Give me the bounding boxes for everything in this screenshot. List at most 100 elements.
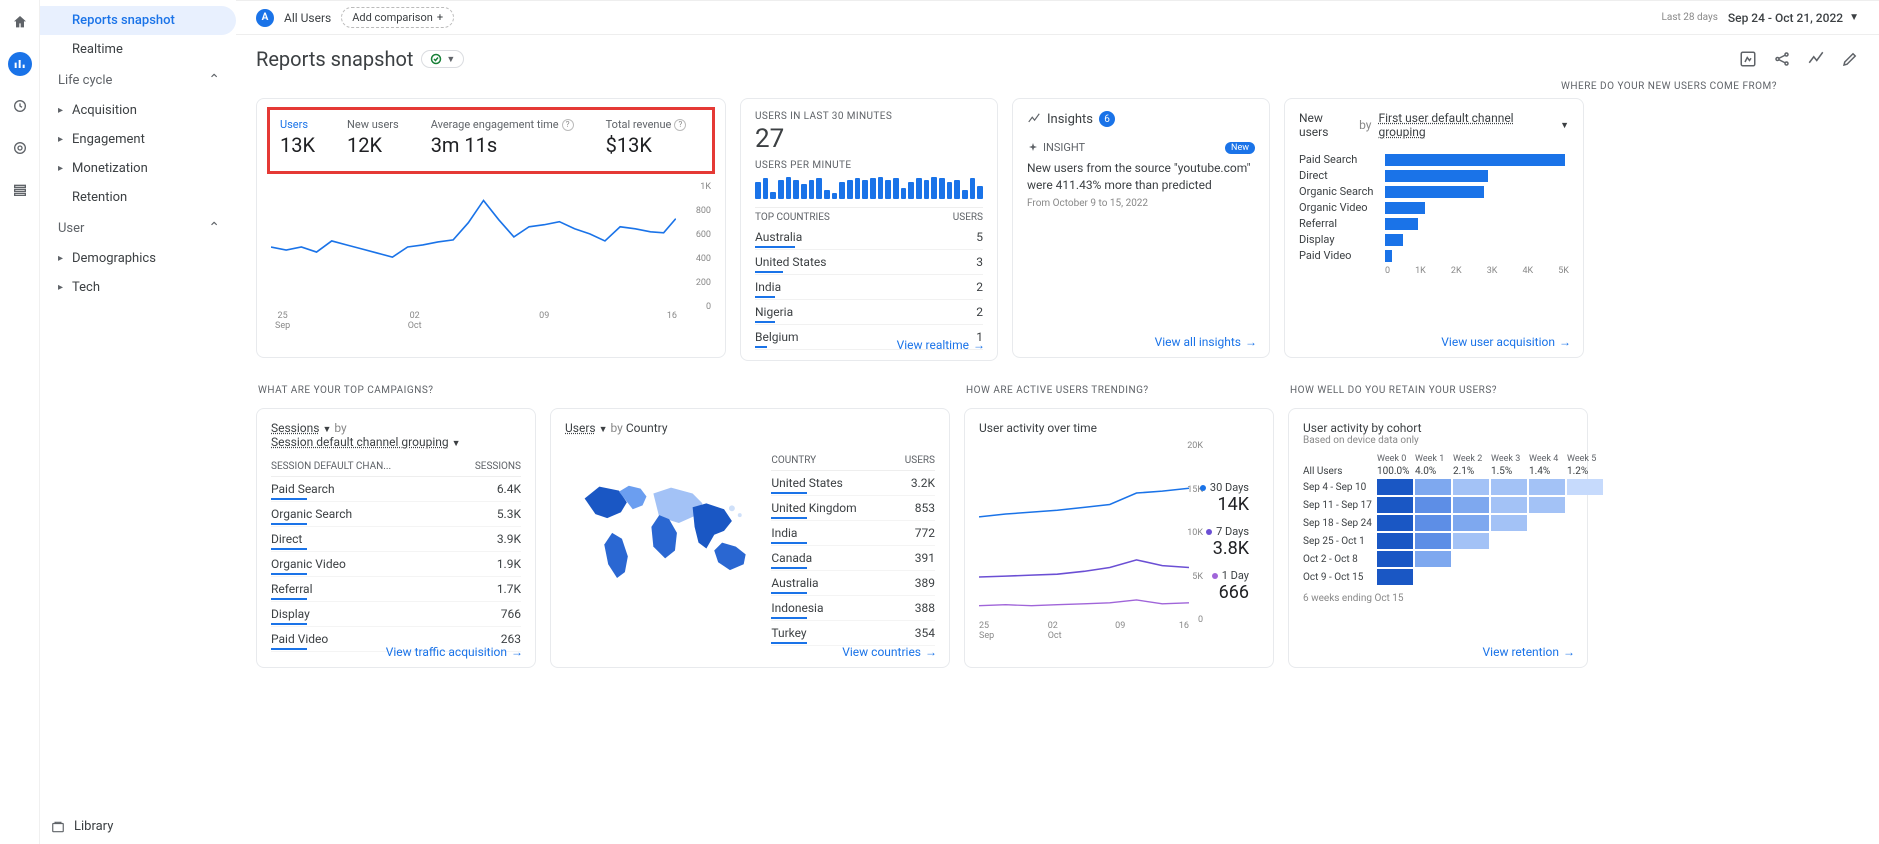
cohort-footer: 6 weeks ending Oct 15 bbox=[1303, 593, 1573, 604]
help-icon[interactable]: ? bbox=[674, 119, 686, 131]
cohort-all-users: All Users 100.0%4.0%2.1%1.5%1.4%1.2% bbox=[1303, 466, 1573, 477]
view-retention-link[interactable]: View retention→ bbox=[1483, 645, 1575, 659]
overview-metrics-highlight: Users 13K New users 12K Average engageme… bbox=[267, 107, 715, 174]
country-title[interactable]: Users ▼ by Country bbox=[565, 421, 935, 435]
chevron-down-icon: ▼ bbox=[322, 425, 331, 435]
customize-icon[interactable] bbox=[1739, 50, 1757, 68]
sidebar-item-acquisition[interactable]: ▸Acquisition bbox=[40, 96, 236, 125]
view-countries-link[interactable]: View countries→ bbox=[842, 645, 937, 659]
list-row[interactable]: Direct3.9K bbox=[271, 527, 521, 552]
sidebar-item-monetization[interactable]: ▸Monetization bbox=[40, 154, 236, 183]
library-icon bbox=[50, 820, 66, 834]
card-user-activity: User activity over time 25 Sep02 Oct0916… bbox=[964, 408, 1274, 668]
chevron-up-icon: ⌃ bbox=[208, 220, 220, 236]
sidebar-item-demographics[interactable]: ▸Demographics bbox=[40, 244, 236, 273]
page-title: Reports snapshot bbox=[256, 47, 413, 71]
edit-icon[interactable] bbox=[1841, 50, 1859, 68]
hbar-row: Paid Video bbox=[1299, 249, 1569, 262]
status-check-dropdown[interactable]: ▼ bbox=[421, 50, 464, 68]
insights-title: Insights bbox=[1047, 112, 1093, 127]
chevron-down-icon: ▼ bbox=[599, 425, 608, 435]
explore-icon[interactable] bbox=[8, 94, 32, 118]
list-row[interactable]: United States3.2K bbox=[771, 471, 935, 496]
sidebar-item-engagement[interactable]: ▸Engagement bbox=[40, 125, 236, 154]
campaigns-dimension[interactable]: Session default channel grouping ▼ bbox=[271, 435, 521, 449]
sidebar-label: Realtime bbox=[72, 42, 123, 57]
audience-chip-icon[interactable]: A bbox=[256, 9, 274, 27]
list-row[interactable]: United Kingdom853 bbox=[771, 496, 935, 521]
card-insights: Insights 6 INSIGHT New New users from th… bbox=[1012, 98, 1270, 358]
cohort-row: Oct 2 - Oct 8 bbox=[1303, 551, 1573, 567]
arrow-right-icon: → bbox=[1245, 335, 1257, 349]
world-map bbox=[565, 443, 761, 646]
sidebar-item-retention[interactable]: Retention bbox=[40, 183, 236, 212]
sidebar-label: Reports snapshot bbox=[72, 13, 175, 28]
view-all-insights-link[interactable]: View all insights→ bbox=[1155, 335, 1257, 349]
table-row[interactable]: Nigeria2 bbox=[755, 300, 983, 325]
configure-icon[interactable] bbox=[8, 178, 32, 202]
advertising-icon[interactable] bbox=[8, 136, 32, 160]
sidebar-section-user[interactable]: User⌃ bbox=[40, 212, 236, 244]
activity-legend: 30 Days14K 7 Days3.8K 1 Day666 bbox=[1200, 481, 1249, 613]
view-realtime-link[interactable]: View realtime→ bbox=[897, 338, 985, 352]
arrow-right-icon: → bbox=[1563, 645, 1575, 659]
new-badge: New bbox=[1225, 142, 1255, 154]
list-row[interactable]: Display766 bbox=[271, 602, 521, 627]
insights-count: 6 bbox=[1099, 111, 1115, 127]
list-row[interactable]: Organic Video1.9K bbox=[271, 552, 521, 577]
users-per-minute-label: USERS PER MINUTE bbox=[755, 160, 983, 171]
topbar: A All Users Add comparison+ Last 28 days… bbox=[236, 0, 1879, 35]
home-icon[interactable] bbox=[8, 10, 32, 34]
table-row[interactable]: United States3 bbox=[755, 250, 983, 275]
campaigns-title[interactable]: Sessions ▼ by bbox=[271, 421, 521, 435]
sidebar-item-tech[interactable]: ▸Tech bbox=[40, 273, 236, 302]
list-row[interactable]: India772 bbox=[771, 521, 935, 546]
metric-new-users[interactable]: New users 12K bbox=[347, 118, 399, 157]
cohort-row: Sep 25 - Oct 1 bbox=[1303, 533, 1573, 549]
card-users-by-country: Users ▼ by Country bbox=[550, 408, 950, 668]
sidebar-section-lifecycle[interactable]: Life cycle⌃ bbox=[40, 64, 236, 96]
view-traffic-acquisition-link[interactable]: View traffic acquisition→ bbox=[386, 645, 523, 659]
share-icon[interactable] bbox=[1773, 50, 1791, 68]
table-row[interactable]: Australia5 bbox=[755, 225, 983, 250]
insights-icon[interactable] bbox=[1807, 50, 1825, 68]
metric-users[interactable]: Users 13K bbox=[280, 118, 315, 157]
list-row[interactable]: Turkey354 bbox=[771, 621, 935, 646]
list-row[interactable]: Referral1.7K bbox=[271, 577, 521, 602]
hbar-row: Organic Search bbox=[1299, 185, 1569, 198]
check-icon bbox=[430, 53, 442, 65]
view-user-acquisition-link[interactable]: View user acquisition→ bbox=[1441, 335, 1571, 349]
table-row[interactable]: India2 bbox=[755, 275, 983, 300]
list-row[interactable]: Organic Search5.3K bbox=[271, 502, 521, 527]
insight-text: New users from the source "youtube.com" … bbox=[1027, 160, 1255, 194]
realtime-value: 27 bbox=[755, 124, 983, 154]
add-comparison-button[interactable]: Add comparison+ bbox=[341, 7, 454, 28]
heading-top-campaigns: WHAT ARE YOUR TOP CAMPAIGNS? bbox=[256, 379, 536, 402]
list-row[interactable]: Indonesia388 bbox=[771, 596, 935, 621]
cohort-row: Sep 18 - Sep 24 bbox=[1303, 515, 1573, 531]
hbar-row: Organic Video bbox=[1299, 201, 1569, 214]
sidebar-item-realtime[interactable]: Realtime bbox=[40, 35, 236, 64]
heading-retain-users: HOW WELL DO YOU RETAIN YOUR USERS? bbox=[1288, 379, 1588, 402]
sidebar: Reports snapshot Realtime Life cycle⌃ ▸A… bbox=[40, 0, 236, 844]
all-users-label[interactable]: All Users bbox=[284, 11, 331, 25]
plus-icon: + bbox=[437, 11, 443, 24]
list-row[interactable]: Australia389 bbox=[771, 571, 935, 596]
overview-line-chart: 1K8006004002000 25 Sep02 Oct0916 bbox=[271, 182, 711, 332]
help-icon[interactable]: ? bbox=[562, 119, 574, 131]
sidebar-library[interactable]: Library bbox=[50, 819, 113, 834]
hbar-row: Referral bbox=[1299, 217, 1569, 230]
reports-icon[interactable] bbox=[8, 52, 32, 76]
metric-total-revenue[interactable]: Total revenue? $13K bbox=[606, 118, 687, 157]
titlebar: Reports snapshot ▼ bbox=[236, 35, 1879, 75]
list-row[interactable]: Paid Search6.4K bbox=[271, 477, 521, 502]
arrow-right-icon: → bbox=[1559, 335, 1571, 349]
date-range-picker[interactable]: Sep 24 - Oct 21, 2022 bbox=[1728, 11, 1843, 25]
new-users-title[interactable]: New users by First user default channel … bbox=[1299, 111, 1569, 139]
list-row[interactable]: Canada391 bbox=[771, 546, 935, 571]
chevron-down-icon[interactable]: ▼ bbox=[1849, 12, 1859, 23]
sidebar-item-reports-snapshot[interactable]: Reports snapshot bbox=[40, 6, 236, 35]
insights-spark-icon bbox=[1027, 112, 1041, 126]
metric-avg-engagement[interactable]: Average engagement time? 3m 11s bbox=[431, 118, 574, 157]
hbar-row: Display bbox=[1299, 233, 1569, 246]
